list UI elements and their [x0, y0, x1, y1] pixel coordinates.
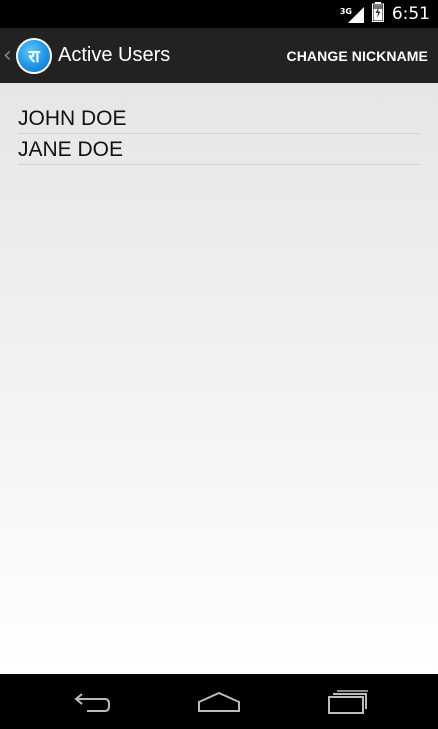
back-icon[interactable]: [61, 684, 121, 720]
clock: 6:51: [391, 4, 430, 24]
network-type-label: 3G: [339, 7, 352, 16]
page-title: Active Users: [58, 44, 171, 66]
navigation-bar: [0, 674, 438, 729]
change-nickname-button[interactable]: CHANGE NICKNAME: [287, 28, 429, 83]
home-icon[interactable]: [189, 684, 249, 720]
app-logo-icon[interactable]: रा: [16, 37, 52, 74]
status-bar: 3G 6:51: [0, 0, 438, 28]
content-area: JOHN DOE JANE DOE: [0, 83, 438, 674]
status-icons: 3G 6:51: [340, 0, 430, 28]
battery-icon: [371, 2, 384, 26]
user-name: JANE DOE: [18, 138, 124, 161]
list-item[interactable]: JOHN DOE: [18, 103, 420, 134]
action-bar: ‹ रा Active Users CHANGE NICKNAME: [0, 28, 438, 83]
app-logo-glyph: रा: [28, 47, 40, 67]
screen: 3G 6:51 ‹ रा Active Users CHANGE NICKNAM…: [0, 0, 438, 729]
signal-icon: 3G: [340, 4, 366, 24]
list-item[interactable]: JANE DOE: [18, 134, 420, 165]
user-name: JOHN DOE: [18, 107, 127, 130]
chevron-left-icon[interactable]: ‹: [3, 44, 13, 67]
recent-apps-icon[interactable]: [318, 684, 378, 720]
user-list: JOHN DOE JANE DOE: [18, 103, 420, 165]
